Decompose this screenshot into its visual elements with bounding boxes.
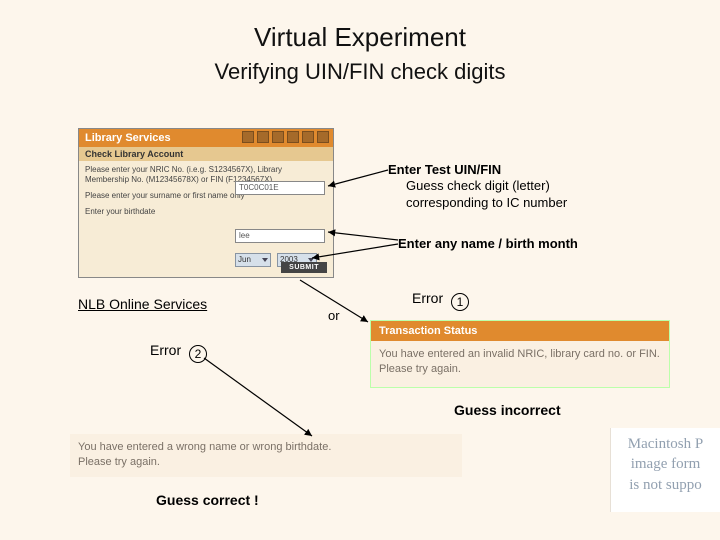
submit-button[interactable]: SUBMIT [281,262,327,273]
header-icon [302,131,314,143]
transaction-line1: You have entered an invalid NRIC, librar… [379,347,661,362]
error-text: Error [412,290,443,306]
error-2-circle: 2 [189,345,207,363]
header-icon [242,131,254,143]
page-title: Virtual Experiment [0,0,720,53]
wrong-name-box: You have entered a wrong name or wrong b… [70,434,462,477]
annotation-nric: Enter Test UIN/FIN Guess check digit (le… [388,162,618,211]
form-header-icons [242,131,329,143]
form-header-text: Library Services [85,132,171,144]
macintosh-placeholder: Macintosh P image form is not suppo [610,428,720,512]
header-icon [272,131,284,143]
nric-input[interactable]: T0C0C01E [235,181,325,195]
guess-correct-label: Guess correct ! [156,492,259,508]
transaction-line2: Please try again. [379,362,661,377]
or-label: or [328,308,340,323]
wrongname-line1: You have entered a wrong name or wrong b… [78,440,454,455]
transaction-header: Transaction Status [371,321,669,341]
page-subtitle: Verifying UIN/FIN check digits [0,59,720,85]
form-header: Library Services [79,129,333,147]
nlb-online-link[interactable]: NLB Online Services [78,296,207,312]
library-form-screenshot: Library Services Check Library Account P… [78,128,334,278]
wrongname-line2: Please try again. [78,455,454,470]
error-1-circle: 1 [451,293,469,311]
header-icon [317,131,329,143]
mac-line3: is not suppo [611,475,720,495]
error-text: Error [150,342,181,358]
mac-line1: Macintosh P [611,434,720,454]
annotation-nric-sub1: Guess check digit (letter) [388,178,618,194]
month-select[interactable]: Jun [235,253,271,267]
header-icon [257,131,269,143]
form-section-label: Check Library Account [79,147,333,161]
error-2-label: Error 2 [150,342,207,363]
header-icon [287,131,299,143]
transaction-status-box: Transaction Status You have entered an i… [370,320,670,388]
name-input[interactable]: lee [235,229,325,243]
error-1-label: Error 1 [412,290,469,311]
prompt-birth: Enter your birthdate [85,207,327,217]
annotation-nric-title: Enter Test UIN/FIN [388,162,618,178]
transaction-body: You have entered an invalid NRIC, librar… [371,341,669,387]
annotation-name: Enter any name / birth month [398,236,658,252]
mac-line2: image form [611,454,720,474]
guess-incorrect-label: Guess incorrect [454,402,561,418]
annotation-nric-sub2: corresponding to IC number [388,195,618,211]
